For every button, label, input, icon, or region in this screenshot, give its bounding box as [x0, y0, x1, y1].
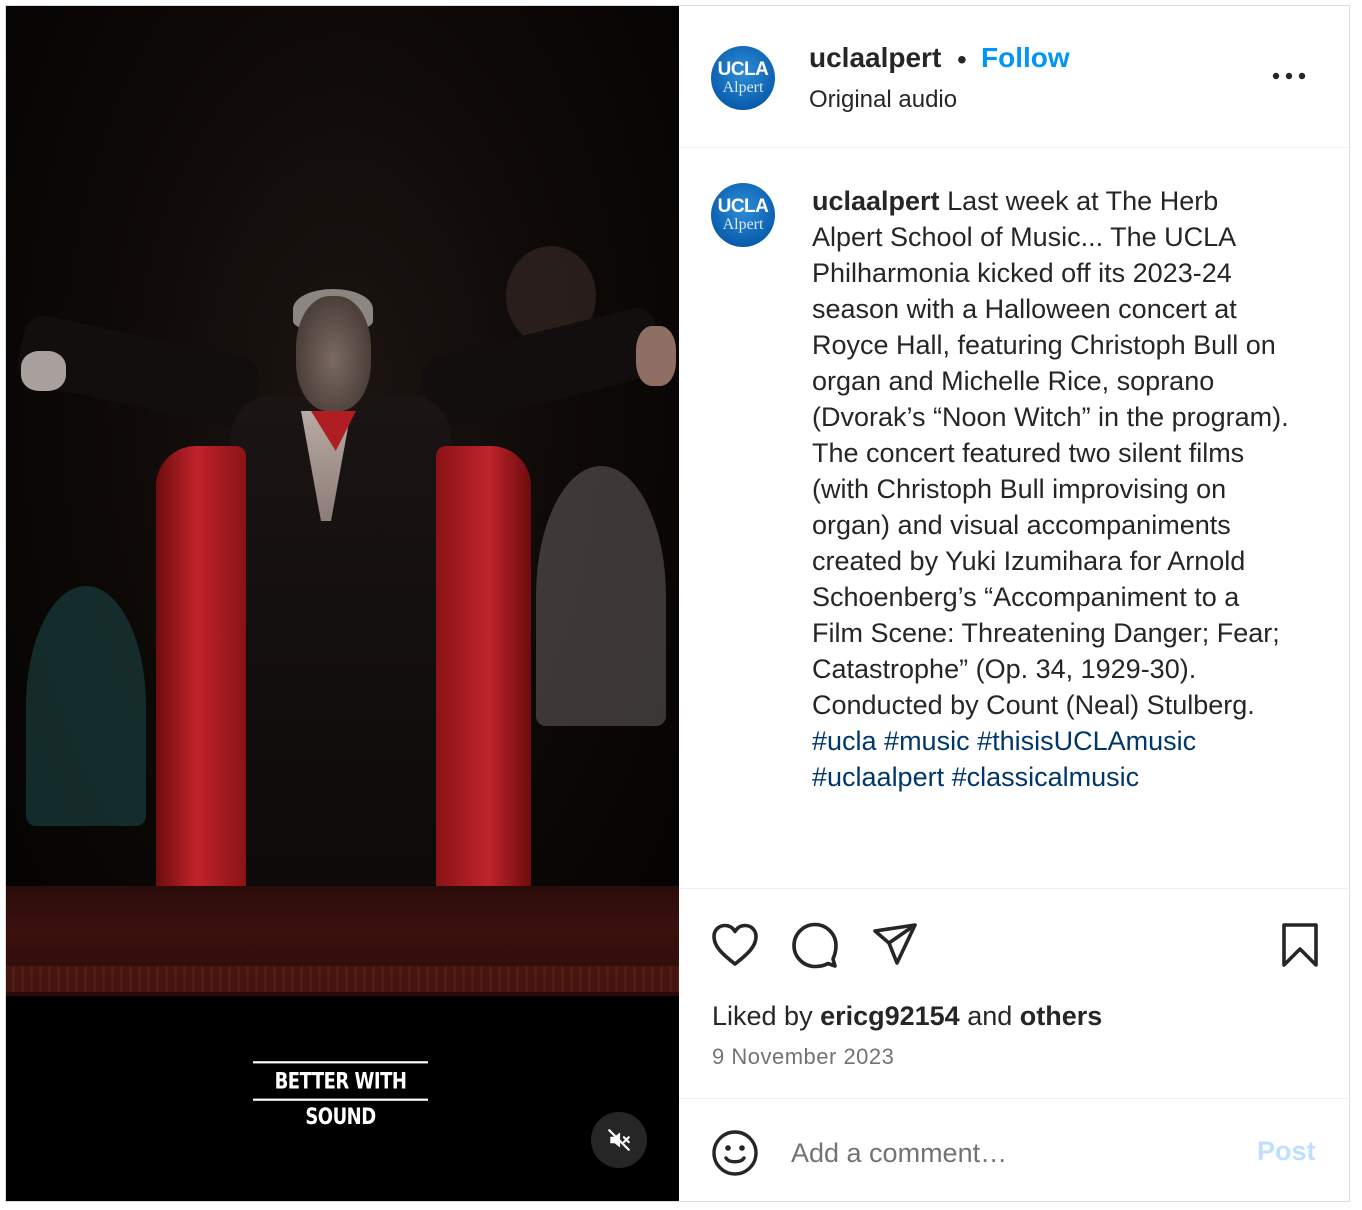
liker-username[interactable]: ericg92154: [820, 1001, 960, 1031]
likes-others-link[interactable]: others: [1020, 1001, 1103, 1031]
likes-prefix: Liked by: [712, 1001, 821, 1031]
author-avatar[interactable]: UCLA Alpert: [711, 46, 775, 110]
caption-avatar[interactable]: UCLA Alpert: [711, 183, 775, 247]
original-audio-link[interactable]: Original audio: [809, 86, 957, 114]
more-options-icon: [1272, 72, 1306, 80]
likes-middle: and: [959, 1001, 1020, 1031]
comment-bar: Post: [679, 1098, 1349, 1201]
separator-dot: •: [957, 44, 967, 75]
caption-text: uclaalpert Last week at The Herb Alpert …: [812, 183, 1292, 795]
post-date[interactable]: 9 November 2023: [712, 1044, 894, 1070]
comment-input[interactable]: [791, 1132, 1231, 1174]
save-button[interactable]: [1274, 919, 1326, 971]
comment-button[interactable]: [789, 919, 841, 971]
bookmark-icon: [1282, 923, 1318, 967]
emoji-button[interactable]: [711, 1129, 759, 1177]
follow-button[interactable]: Follow: [981, 42, 1070, 74]
avatar-text-alpert: Alpert: [722, 78, 764, 96]
avatar-text-alpert: Alpert: [722, 215, 764, 233]
share-button[interactable]: [869, 919, 921, 971]
like-button[interactable]: [709, 919, 761, 971]
author-username[interactable]: uclaalpert: [809, 42, 941, 74]
better-with-sound-banner: BETTER WITH SOUND: [253, 1061, 428, 1129]
speaker-muted-icon: [608, 1129, 630, 1151]
post-side-panel: UCLA Alpert uclaalpert • Follow Original…: [679, 6, 1349, 1201]
post-actions: Liked by ericg92154 and others 9 Novembe…: [679, 888, 1349, 1098]
comment-icon: [792, 922, 838, 969]
emoji-icon: [712, 1130, 758, 1176]
caption-username[interactable]: uclaalpert: [812, 186, 940, 216]
mute-button[interactable]: [591, 1112, 647, 1168]
heart-icon: [712, 923, 758, 966]
caption-body: Last week at The Herb Alpert School of M…: [812, 186, 1289, 720]
caption-section: UCLA Alpert uclaalpert Last week at The …: [679, 149, 1349, 887]
post-comment-button[interactable]: Post: [1257, 1136, 1316, 1167]
video-frame: [6, 6, 679, 996]
more-options-button[interactable]: [1269, 56, 1309, 96]
post-dialog: BETTER WITH SOUND UCLA Alpert uclaalpert…: [5, 5, 1350, 1202]
post-header: UCLA Alpert uclaalpert • Follow Original…: [679, 6, 1349, 148]
video-player[interactable]: BETTER WITH SOUND: [6, 6, 679, 1201]
caption-hashtags[interactable]: #ucla #music #thisisUCLAmusic #uclaalper…: [812, 726, 1196, 792]
share-icon: [873, 923, 917, 965]
likes-summary: Liked by ericg92154 and others: [712, 1001, 1102, 1032]
avatar-text-ucla: UCLA: [717, 195, 769, 217]
avatar-text-ucla: UCLA: [717, 58, 769, 80]
